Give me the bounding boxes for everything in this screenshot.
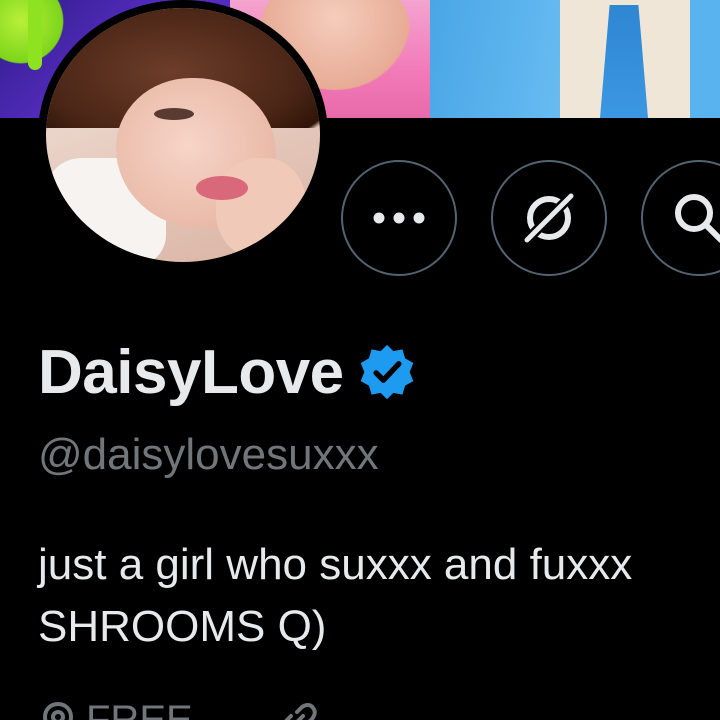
profile-meta-row: FREE — [38, 697, 319, 720]
avatar-lips — [196, 176, 248, 200]
search-icon — [675, 194, 720, 243]
display-name: DaisyLove — [38, 337, 344, 407]
grok-button[interactable] — [491, 160, 607, 276]
profile-avatar[interactable] — [38, 0, 328, 270]
banner-art-suit-edge — [690, 0, 720, 118]
search-button[interactable] — [641, 160, 720, 276]
profile-screen: DaisyLove @daisylovesuxxx just a girl wh… — [0, 0, 720, 720]
avatar-hand — [216, 158, 306, 258]
avatar-photo — [46, 8, 320, 262]
location-text: FREE — [86, 697, 193, 720]
grok-icon — [520, 189, 578, 247]
profile-bio: just a girl who suxxx and fuxxx SHROOMS … — [38, 534, 720, 658]
verified-badge-icon[interactable] — [358, 343, 416, 401]
banner-art-suit — [430, 0, 570, 118]
bio-line: just a girl who suxxx and fuxxx — [38, 540, 633, 589]
name-row: DaisyLove — [38, 332, 416, 412]
profile-handle: @daisylovesuxxx — [38, 430, 379, 479]
more-options-button[interactable] — [341, 160, 457, 276]
location-pin-icon — [42, 701, 74, 720]
link-icon[interactable] — [279, 700, 319, 720]
more-dots-icon — [373, 212, 425, 224]
banner-art-drip — [28, 0, 42, 70]
bio-line: SHROOMS Q) — [38, 602, 327, 651]
avatar-eye — [154, 108, 194, 120]
